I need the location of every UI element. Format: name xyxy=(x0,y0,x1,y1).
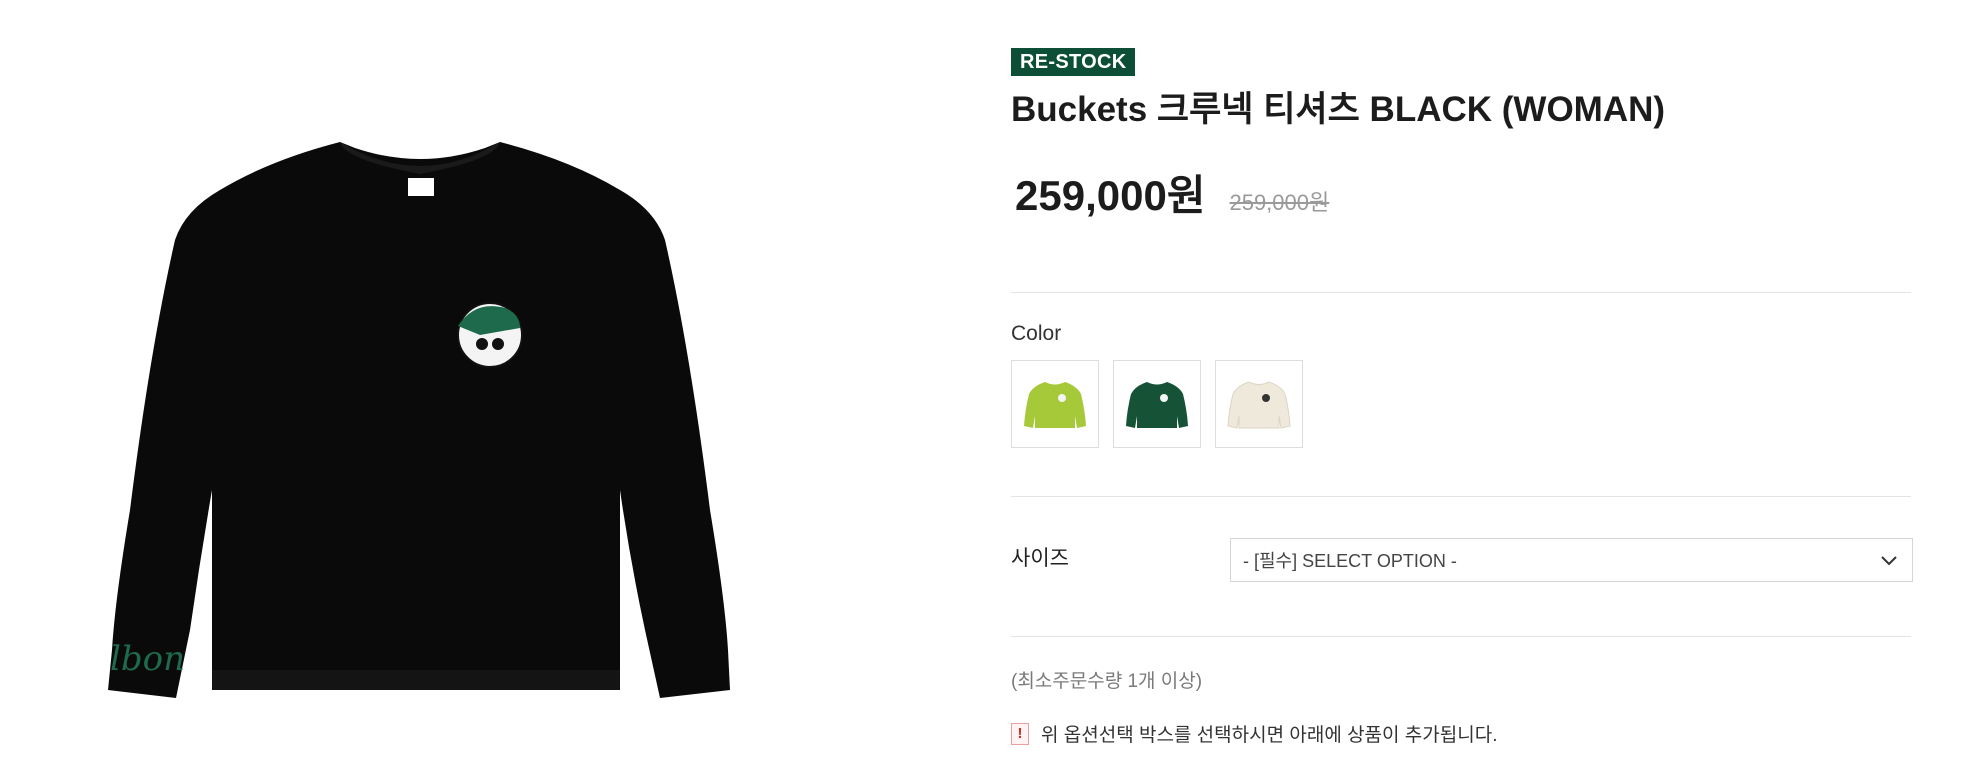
product-info: RE-STOCK Buckets 크루넥 티셔츠 BLACK (WOMAN) 2… xyxy=(1011,48,1913,746)
ivory-sweatshirt-thumbnail xyxy=(1227,381,1291,429)
color-label: Color xyxy=(1011,322,1062,345)
divider xyxy=(1011,636,1911,637)
green-sweatshirt-thumbnail xyxy=(1126,382,1188,428)
alert-icon: ! xyxy=(1011,722,1029,745)
swatch-ivory[interactable] xyxy=(1215,360,1303,448)
sale-price: 259,000원 xyxy=(1015,172,1206,219)
divider xyxy=(1011,496,1911,497)
size-label: 사이즈 xyxy=(1011,547,1069,570)
swatch-lime[interactable] xyxy=(1011,360,1099,448)
color-swatches xyxy=(1011,360,1303,448)
chevron-down-icon xyxy=(1881,556,1897,566)
notice-text: 위 옵션선택 박스를 선택하시면 아래에 상품이 추가됩니다. xyxy=(1041,725,1498,746)
min-order-text: (최소주문수량 1개 이상) xyxy=(1011,671,1203,692)
product-main-image: lbon xyxy=(108,142,730,698)
product-title: Buckets 크루넥 티셔츠 BLACK (WOMAN) xyxy=(1011,90,1666,129)
option-notice: ! 위 옵션선택 박스를 선택하시면 아래에 상품이 추가됩니다. xyxy=(1011,720,1497,747)
original-price: 259,000원 xyxy=(1229,190,1330,215)
size-select-value: - [필수] SELECT OPTION - xyxy=(1243,551,1457,571)
price-row: 259,000원 259,000원 xyxy=(1011,162,1911,223)
product-image-area: lbon xyxy=(0,0,870,773)
swatch-green[interactable] xyxy=(1113,360,1201,448)
lime-sweatshirt-thumbnail xyxy=(1024,382,1086,428)
size-select[interactable]: - [필수] SELECT OPTION - xyxy=(1230,538,1913,582)
svg-text:lbon: lbon xyxy=(110,639,185,679)
divider xyxy=(1011,292,1911,293)
restock-badge: RE-STOCK xyxy=(1011,48,1136,76)
